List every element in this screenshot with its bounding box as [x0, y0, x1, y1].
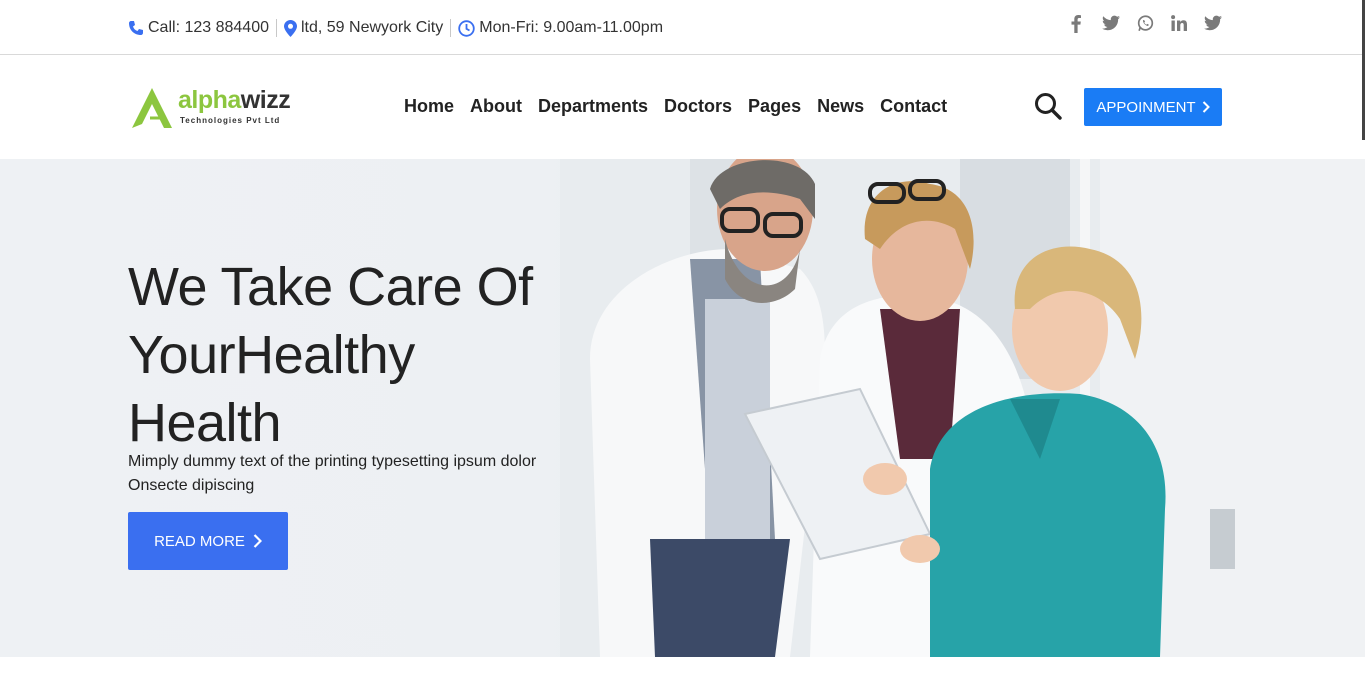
hero-subtitle: Mimply dummy text of the printing typese…: [128, 450, 536, 498]
social-links: [1068, 15, 1222, 35]
phone-icon: [129, 21, 143, 35]
read-more-label: READ MORE: [154, 532, 245, 550]
divider: [450, 19, 452, 37]
search-icon[interactable]: [1034, 92, 1062, 120]
logo-tagline: Technologies Pvt Ltd: [180, 116, 281, 125]
headline-line: We Take Care Of: [128, 257, 533, 317]
nav-news[interactable]: News: [817, 96, 864, 117]
subtitle-line: Onsecte dipiscing: [128, 477, 255, 494]
location-pin-icon: [283, 19, 297, 37]
facebook-icon[interactable]: [1068, 15, 1086, 35]
appointment-button[interactable]: APPOINMENT: [1084, 88, 1222, 126]
main-nav: Home About Departments Doctors Pages New…: [404, 96, 947, 117]
logo-wordmark: alphawizz: [178, 86, 291, 114]
hours-info: Mon-Fri: 9.00am-11.00pm: [458, 19, 663, 37]
contact-info: Call: 123 884400 ltd, 59 Newyork City Mo…: [128, 19, 663, 37]
top-bar: Call: 123 884400 ltd, 59 Newyork City Mo…: [0, 0, 1365, 55]
logo-mark-icon: [132, 88, 172, 128]
chevron-right-icon: [253, 534, 262, 548]
chevron-right-icon: [1202, 101, 1210, 113]
address-text: ltd, 59 Newyork City: [300, 19, 444, 36]
phone-text: Call: 123 884400: [148, 19, 269, 36]
next-section: [0, 657, 1365, 675]
nav-pages[interactable]: Pages: [748, 96, 801, 117]
divider: [275, 19, 277, 37]
nav-departments[interactable]: Departments: [538, 96, 648, 117]
nav-about[interactable]: About: [470, 96, 522, 117]
clock-icon: [458, 19, 475, 37]
headline-line: Health: [128, 393, 282, 453]
hours-text: Mon-Fri: 9.00am-11.00pm: [479, 19, 664, 36]
nav-contact[interactable]: Contact: [880, 96, 947, 117]
hero-doctors-image: [560, 159, 1365, 657]
twitter-icon[interactable]: [1204, 15, 1222, 35]
nav-doctors[interactable]: Doctors: [664, 96, 732, 117]
hero-headline: We Take Care Of YourHealthy Health: [128, 253, 533, 457]
linkedin-icon[interactable]: [1170, 15, 1188, 35]
whatsapp-icon[interactable]: [1136, 15, 1154, 35]
logo[interactable]: alphawizz Technologies Pvt Ltd: [130, 84, 310, 130]
subtitle-line: Mimply dummy text of the printing typese…: [128, 453, 537, 470]
twitter-icon[interactable]: [1102, 15, 1120, 35]
appointment-label: APPOINMENT: [1096, 98, 1196, 116]
headline-line: YourHealthy: [128, 325, 415, 385]
address-info[interactable]: ltd, 59 Newyork City: [283, 19, 444, 37]
read-more-button[interactable]: READ MORE: [128, 512, 288, 570]
main-header: alphawizz Technologies Pvt Ltd Home Abou…: [0, 56, 1365, 159]
hero-section: We Take Care Of YourHealthy Health Mimpl…: [0, 159, 1365, 657]
phone-info[interactable]: Call: 123 884400: [128, 19, 269, 37]
nav-home[interactable]: Home: [404, 96, 454, 117]
